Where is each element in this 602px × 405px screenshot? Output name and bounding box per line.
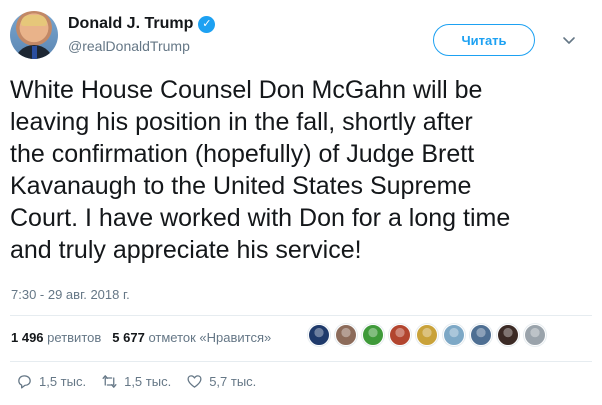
retweet-count: 1,5 тыс. [124, 374, 172, 389]
follow-button[interactable]: Читать [433, 24, 535, 56]
tweet-line: Kavanaugh to the United States Supreme [10, 172, 472, 200]
heart-icon [187, 375, 202, 388]
avatar-hair [21, 15, 47, 26]
tweet-line: White House Counsel Don McGahn will be [10, 76, 483, 104]
chevron-down-icon[interactable] [560, 31, 578, 49]
retweets-label: ретвитов [47, 330, 102, 345]
tweet-line: the confirmation (hopefully) of Judge Br… [10, 140, 475, 168]
like-count: 5,7 тыс. [209, 374, 257, 389]
like-button[interactable]: 5,7 тыс. [186, 373, 256, 390]
reply-button[interactable]: 1,5 тыс. [16, 373, 86, 390]
author-block: Donald J. Trump ✓ @realDonaldTrump [68, 15, 216, 54]
verified-icon: ✓ [198, 15, 216, 33]
liker-avatar[interactable] [443, 324, 465, 346]
liker-avatar[interactable] [308, 324, 330, 346]
likers-avatars [308, 324, 546, 346]
retweets-stat[interactable]: 1 496 ретвитов [11, 330, 101, 345]
liker-avatar[interactable] [524, 324, 546, 346]
avatar-tie [32, 46, 37, 59]
tweet-line: leaving his position in the fall, shortl… [10, 108, 473, 136]
tweet-timestamp[interactable]: 7:30 - 29 авг. 2018 г. [11, 287, 130, 302]
liker-avatar[interactable] [389, 324, 411, 346]
retweet-button[interactable]: 1,5 тыс. [101, 373, 171, 390]
tweet-stats: 1 496 ретвитов 5 677 отметок «Нравится» [11, 330, 271, 345]
author-name-row: Donald J. Trump ✓ [68, 15, 216, 33]
liker-avatar[interactable] [470, 324, 492, 346]
likes-stat[interactable]: 5 677 отметок «Нравится» [112, 330, 271, 345]
author-handle[interactable]: @realDonaldTrump [68, 38, 215, 54]
tweet-line: Court. I have worked with Don for a long… [10, 204, 511, 232]
tweet-card: Donald J. Trump ✓ @realDonaldTrump Читат… [0, 0, 602, 405]
likes-label: отметок «Нравится» [148, 330, 272, 345]
likes-count: 5 677 [112, 330, 145, 345]
tweet-line: and truly appreciate his service! [10, 236, 362, 264]
retweets-count: 1 496 [11, 330, 44, 345]
liker-avatar[interactable] [362, 324, 384, 346]
divider [10, 315, 592, 316]
divider [10, 361, 592, 362]
tweet-text: White House Counsel Don McGahn will be l… [10, 74, 590, 266]
tweet-actions: 1,5 тыс. 1,5 тыс. 5,7 тыс. [16, 373, 256, 390]
retweet-icon [102, 375, 117, 388]
reply-icon [18, 375, 31, 389]
liker-avatar[interactable] [335, 324, 357, 346]
reply-count: 1,5 тыс. [39, 374, 87, 389]
avatar[interactable] [10, 11, 58, 59]
author-name[interactable]: Donald J. Trump [68, 15, 193, 33]
liker-avatar[interactable] [416, 324, 438, 346]
liker-avatar[interactable] [497, 324, 519, 346]
